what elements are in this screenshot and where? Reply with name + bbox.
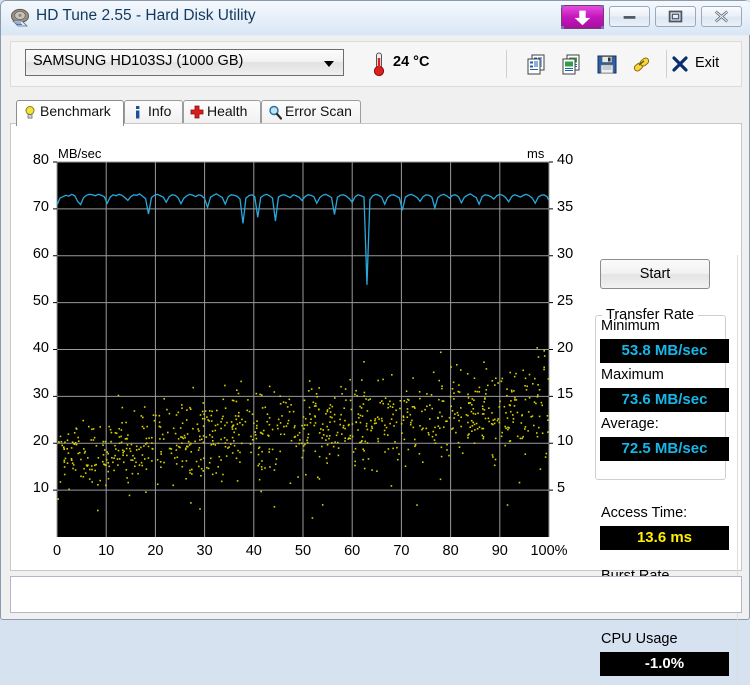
toolbar-divider-2 — [666, 50, 667, 78]
close-x-icon[interactable] — [672, 56, 688, 72]
maximize-button[interactable] — [655, 6, 696, 27]
window-title: HD Tune 2.55 - Hard Disk Utility — [36, 7, 256, 25]
cpu-usage-label: CPU Usage — [601, 631, 678, 647]
hard-disk-icon — [10, 8, 30, 27]
tab-health-label: Health — [207, 103, 247, 119]
x-tick-10: 10 — [84, 543, 128, 559]
access-time-label: Access Time: — [601, 505, 687, 521]
chevron-down-icon — [324, 61, 334, 67]
y2-tick-15: 15 — [557, 386, 591, 402]
y2-tick-35: 35 — [557, 199, 591, 215]
y-tick-30: 30 — [23, 386, 49, 402]
cross-icon — [190, 105, 204, 120]
x-tick-70: 70 — [379, 543, 423, 559]
minimum-value: 53.8 MB/sec — [600, 339, 729, 363]
y-tick-20: 20 — [23, 433, 49, 449]
toolbar: SAMSUNG HD103SJ (1000 GB) 24 °C — [10, 41, 742, 87]
y2-tick-30: 30 — [557, 246, 591, 262]
cpu-usage-value: -1.0% — [600, 652, 729, 676]
maximize-icon — [656, 7, 695, 26]
y-tick-60: 60 — [23, 246, 49, 262]
save-icon[interactable] — [596, 54, 618, 75]
drive-select-value: SAMSUNG HD103SJ (1000 GB) — [33, 53, 243, 69]
y2-tick-20: 20 — [557, 340, 591, 356]
info-icon — [131, 105, 145, 120]
tab-error-scan[interactable]: Error Scan — [261, 100, 361, 124]
temperature-value: 24 °C — [393, 54, 429, 70]
y-tick-80: 80 — [23, 152, 49, 168]
minimum-label: Minimum — [601, 318, 660, 334]
toolbar-divider-1 — [506, 50, 507, 78]
x-tick-20: 20 — [133, 543, 177, 559]
tab-health[interactable]: Health — [183, 100, 261, 124]
temperature-display: 24 °C — [371, 51, 387, 77]
tab-benchmark-label: Benchmark — [40, 103, 111, 119]
benchmark-panel: MB/sec ms 10 20 30 40 50 60 70 80 5 10 15 20 25 30 35… — [10, 123, 742, 571]
x-tick-0: 0 — [35, 543, 79, 559]
x-tick-90: 90 — [478, 543, 522, 559]
maximum-value: 73.6 MB/sec — [600, 388, 729, 412]
chart-plot-area — [11, 124, 589, 570]
tab-benchmark[interactable]: Benchmark — [16, 100, 124, 126]
bulb-icon — [23, 105, 37, 120]
y-axis-title: MB/sec — [58, 146, 101, 161]
copy-image-icon[interactable] — [561, 54, 583, 75]
title-bar: HD Tune 2.55 - Hard Disk Utility — [1, 1, 750, 35]
drive-select[interactable]: SAMSUNG HD103SJ (1000 GB) — [25, 49, 344, 76]
y2-tick-25: 25 — [557, 293, 591, 309]
x-tick-30: 30 — [183, 543, 227, 559]
benchmark-chart: MB/sec ms 10 20 30 40 50 60 70 80 5 10 15 20 25 30 35… — [11, 124, 589, 570]
download-button[interactable] — [561, 5, 604, 29]
y-tick-70: 70 — [23, 199, 49, 215]
maximum-label: Maximum — [601, 367, 664, 383]
tab-info-label: Info — [148, 103, 171, 119]
y2-tick-10: 10 — [557, 433, 591, 449]
tab-error-scan-label: Error Scan — [285, 103, 352, 119]
y2-tick-5: 5 — [557, 480, 591, 496]
y-tick-50: 50 — [23, 293, 49, 309]
y-tick-40: 40 — [23, 340, 49, 356]
thermometer-icon — [371, 51, 387, 77]
x-tick-40: 40 — [232, 543, 276, 559]
x-tick-50: 50 — [281, 543, 325, 559]
tab-info[interactable]: Info — [124, 100, 183, 124]
x-tick-60: 60 — [330, 543, 374, 559]
y2-tick-40: 40 — [557, 152, 591, 168]
exit-label: Exit — [695, 55, 719, 71]
status-bar — [10, 576, 742, 613]
minimize-button[interactable] — [609, 6, 650, 27]
access-time-value: 13.6 ms — [600, 526, 729, 550]
start-button[interactable]: Start — [600, 259, 710, 289]
link-icon[interactable] — [631, 54, 653, 75]
hd-tune-window: HD Tune 2.55 - Hard Disk Utility — [0, 0, 750, 620]
x-tick-80: 80 — [429, 543, 473, 559]
copy-text-icon[interactable] — [526, 54, 548, 75]
average-label: Average: — [601, 416, 659, 432]
exit-button[interactable]: Exit — [695, 55, 719, 71]
panel-divider — [737, 255, 738, 685]
x-tick-100%: 100% — [527, 543, 571, 559]
close-button[interactable] — [701, 6, 742, 27]
minimize-icon — [610, 7, 649, 26]
magnifier-icon — [268, 105, 282, 120]
average-value: 72.5 MB/sec — [600, 437, 729, 461]
y2-axis-title: ms — [527, 146, 544, 161]
y-tick-10: 10 — [23, 480, 49, 496]
download-arrow-icon — [562, 6, 603, 28]
start-button-label: Start — [640, 266, 671, 282]
close-icon — [702, 7, 741, 26]
